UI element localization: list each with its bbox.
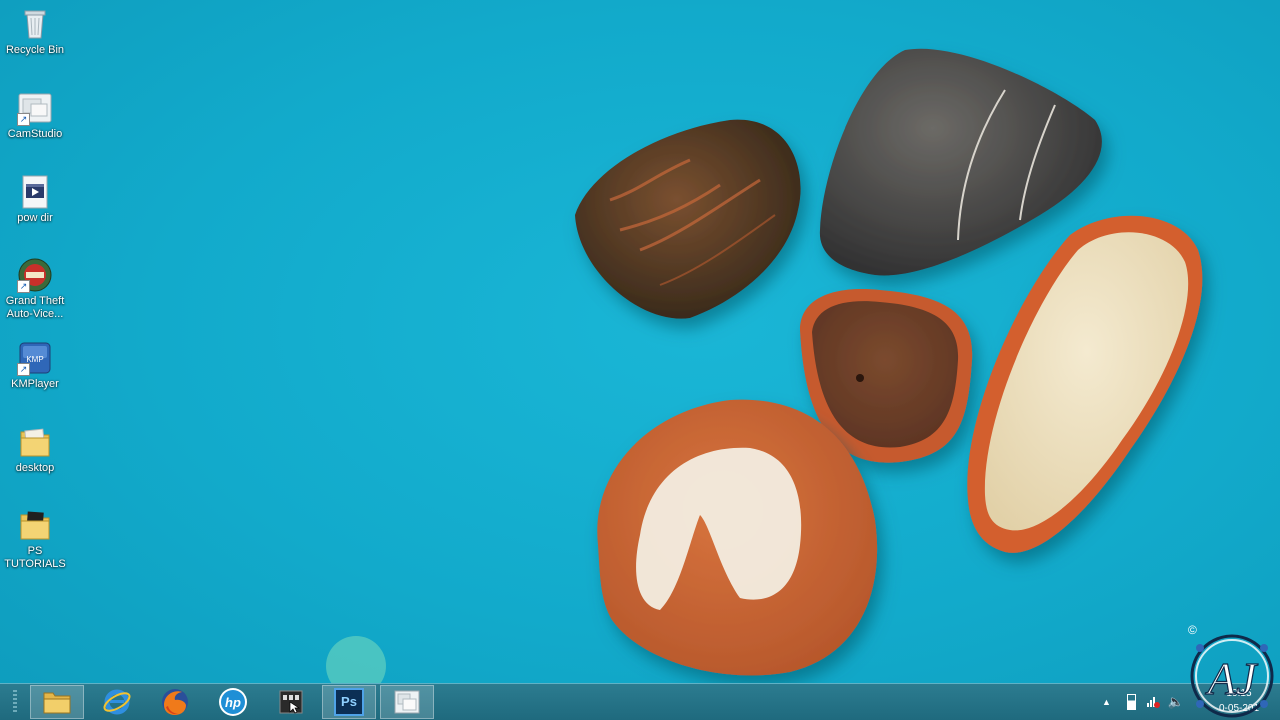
taskbar-button-camstudio[interactable] [380,685,434,719]
hp-logo-text: hp [225,695,241,710]
folder-icon [43,692,71,714]
stone-cream [967,215,1203,553]
desktop-icon-pow-dir[interactable]: pow dir [0,174,70,225]
ie-icon [103,689,131,715]
desktop-icon-label: CamStudio [7,128,63,140]
taskbar-button-app-manager[interactable] [264,685,318,719]
photoshop-label: Ps [341,694,357,709]
battery-icon[interactable] [1126,694,1136,710]
camstudio-icon: ↗ [17,90,53,126]
desktop-icon-ps-tutorials[interactable]: PS TUTORIALS [0,507,70,571]
camstudio-icon [394,690,420,714]
desktop: Recycle Bin ↗ CamStudio pow dir ↗ Grand … [0,0,1280,720]
video-file-icon [17,174,53,210]
copyright-symbol: © [1188,623,1197,637]
wallpaper-stones [575,48,1203,676]
app-icon [279,690,303,714]
desktop-icon-label: KMPlayer [11,378,59,390]
desktop-icon-label: Grand Theft Auto-Vice... [5,295,65,320]
desktop-icon-gta-vice-city[interactable]: ↗ Grand Theft Auto-Vice... [0,257,70,321]
photoshop-icon: Ps [334,688,364,716]
stone-rust [575,119,801,319]
desktop-icon-desktop-folder[interactable]: desktop [0,424,70,475]
volume-icon[interactable]: 🔈 [1168,694,1184,710]
gta-vice-city-icon: ↗ [17,257,53,293]
taskbar-button-photoshop[interactable]: Ps [322,685,376,719]
stone-grey [819,48,1102,276]
taskbar-grip[interactable] [13,690,17,714]
folder-icon [17,424,53,460]
watermark-text: AJ [1205,653,1259,704]
hp-icon: hp [219,688,247,716]
desktop-icon-label: PS TUTORIALS [4,545,66,570]
shortcut-arrow-icon: ↗ [17,363,30,376]
shortcut-arrow-icon: ↗ [17,280,30,293]
desktop-icon-label: desktop [15,462,55,474]
desktop-icon-camstudio[interactable]: ↗ CamStudio [0,90,70,141]
system-tray: ▲ 🔈 [1102,684,1184,720]
network-icon[interactable] [1146,694,1160,711]
taskbar-button-internet-explorer[interactable] [90,685,144,719]
kmplayer-icon: KMP ↗ [17,340,53,376]
taskbar-button-hp[interactable]: hp [206,685,260,719]
firefox-icon [162,689,188,715]
watermark-logo: © AJ [1186,622,1276,720]
show-hidden-icons-icon[interactable]: ▲ [1102,697,1111,707]
desktop-icon-kmplayer[interactable]: KMP ↗ KMPlayer [0,340,70,391]
recycle-bin-icon [17,6,53,42]
folder-icon [17,507,53,543]
desktop-icon-recycle-bin[interactable]: Recycle Bin [0,6,70,57]
stone-orange [597,399,878,676]
desktop-icon-label: pow dir [17,212,53,224]
desktop-icon-label: Recycle Bin [5,44,65,56]
taskbar-button-file-explorer[interactable] [30,685,84,719]
taskbar: hp Ps ▲ 🔈 19:15 0-05-201 [0,683,1280,720]
taskbar-button-firefox[interactable] [148,685,202,719]
shortcut-arrow-icon: ↗ [17,113,30,126]
